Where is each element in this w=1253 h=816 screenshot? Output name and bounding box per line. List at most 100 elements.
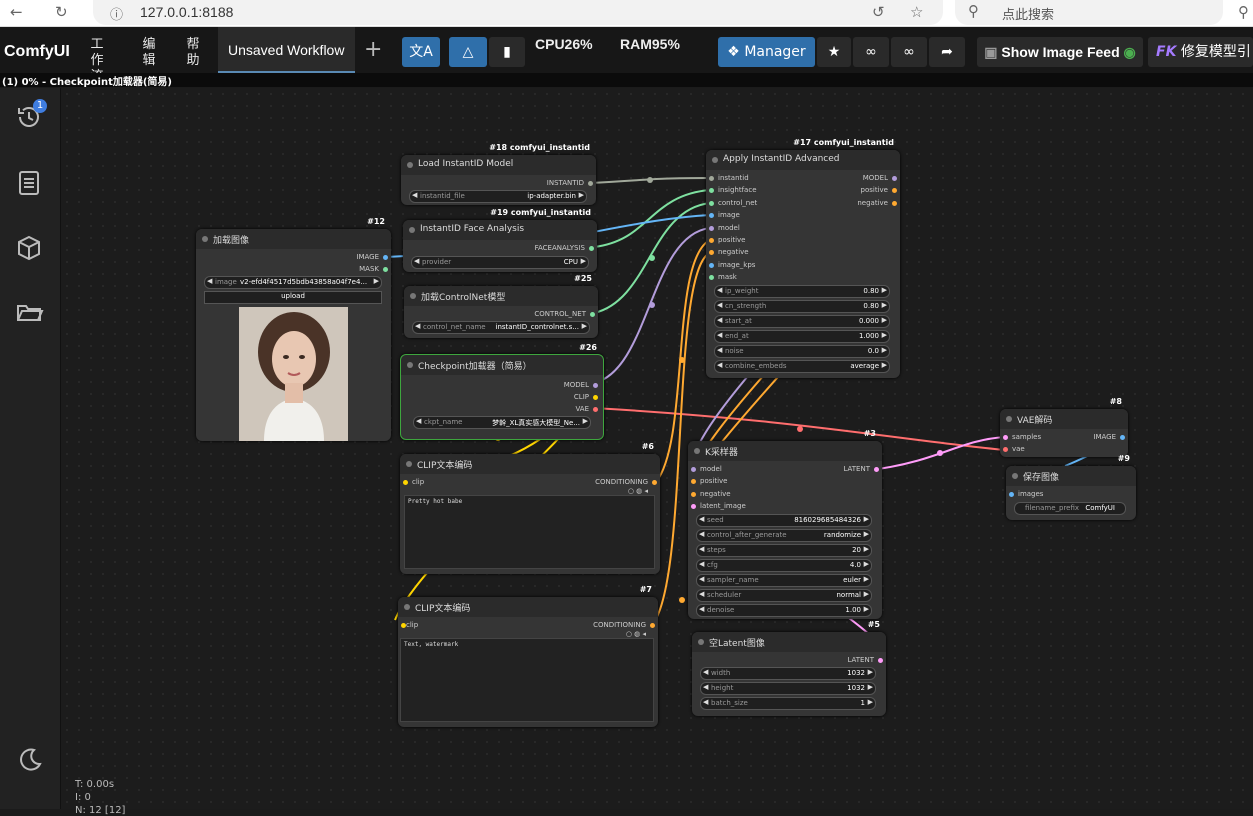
output-pin[interactable] [892,188,897,194]
bookmark-button[interactable]: ▮ [489,37,525,67]
arrow-right-icon[interactable]: ▶ [864,530,869,538]
widget-seed[interactable]: ◀ seed 816029685484326 ▶ [696,514,872,527]
arrow-right-icon[interactable]: ▶ [868,683,873,691]
output-pin[interactable] [650,623,655,628]
input-pin[interactable] [709,188,714,194]
output-pin[interactable] [383,255,388,260]
node-clip-text-negative[interactable]: CLIP文本编码 #7 clip CONDITIONING ○ ◍ ◂ Text… [398,585,658,727]
arrow-left-icon[interactable]: ◀ [699,545,704,553]
provider-select[interactable]: ◀ provider CPU ▶ [411,256,589,269]
widget-start-at[interactable]: ◀ start_at 0.000 ▶ [714,315,890,328]
node-empty-latent[interactable]: 空Latent图像 #5 LATENT ◀ width 1032 ▶ ◀ height 10… [692,620,886,716]
node-checkpoint-loader[interactable]: Checkpoint加载器（简易） #26 MODEL CLIP VAE ◀ ck… [400,343,604,440]
star-button[interactable]: ★ [817,37,851,67]
arrow-right-icon[interactable]: ▶ [582,322,587,330]
widget-sampler-name[interactable]: ◀ sampler_name euler ▶ [696,574,872,587]
arrow-right-icon[interactable]: ▶ [882,346,887,354]
node-clip-text-positive[interactable]: CLIP文本编码 #6 clip CONDITIONING ○ ◍ ◂ Pret… [400,442,660,574]
widget-denoise[interactable]: ◀ denoise 1.00 ▶ [696,604,872,617]
bookmark-star-icon[interactable]: ☆ [910,3,923,21]
output-pin[interactable] [892,176,897,181]
arrow-left-icon[interactable]: ◀ [717,346,722,354]
search-submit-icon[interactable]: ⚲ [1238,3,1249,21]
widget-scheduler[interactable]: ◀ scheduler normal ▶ [696,589,872,602]
node-load-instantid[interactable]: Load InstantID Model #18 comfyui_instant… [401,143,596,205]
arrow-right-icon[interactable]: ▶ [864,590,869,598]
node-ksampler[interactable]: K采样器 #3 model positive negative latent_imag… [688,429,882,619]
widget-cfg[interactable]: ◀ cfg 4.0 ▶ [696,559,872,572]
arrow-right-icon[interactable]: ▶ [882,286,887,294]
input-pin[interactable] [403,480,408,485]
manager-button[interactable]: ❖ Manager [718,37,815,67]
arrow-left-icon[interactable]: ◀ [699,560,704,568]
queue-icon[interactable] [14,168,44,198]
collapse-dot[interactable] [698,639,704,645]
input-pin[interactable] [1003,447,1008,452]
widget-control-after-generate[interactable]: ◀ control_after_generate randomize ▶ [696,529,872,542]
instantid-file-select[interactable]: ◀ instantid_file ip-adapter.bin ▶ [409,190,587,203]
arrow-left-icon[interactable]: ◀ [699,515,704,523]
arrow-left-icon[interactable]: ◀ [717,361,722,369]
output-pin[interactable] [652,480,657,485]
arrow-left-icon[interactable]: ◀ [717,286,722,294]
output-pin[interactable] [590,312,595,317]
arrow-right-icon[interactable]: ▶ [864,545,869,553]
crystools-button[interactable]: △ [449,37,487,67]
collapse-dot[interactable] [1006,416,1012,422]
input-pin[interactable] [691,467,696,472]
reload-icon[interactable]: ↻ [55,3,68,21]
collapse-dot[interactable] [409,227,415,233]
widget-noise[interactable]: ◀ noise 0.0 ▶ [714,345,890,358]
output-pin[interactable] [589,246,594,251]
workflows-folder-icon[interactable] [14,297,44,327]
input-pin[interactable] [709,225,714,231]
output-pin[interactable] [1120,435,1125,440]
widget-end-at[interactable]: ◀ end_at 1.000 ▶ [714,330,890,343]
input-pin[interactable] [709,176,714,181]
arrow-left-icon[interactable]: ◀ [717,331,722,339]
arrow-right-icon[interactable]: ▶ [882,316,887,324]
filename-prefix-field[interactable]: filename_prefix ComfyUI [1014,502,1126,515]
arrow-right-icon[interactable]: ▶ [864,515,869,523]
collapse-dot[interactable] [1012,473,1018,479]
input-pin[interactable] [1009,492,1014,497]
output-pin[interactable] [874,467,879,472]
ckpt-name-select[interactable]: ◀ ckpt_name 梦幹_XL真实感大模型_Ne... ▶ [413,416,591,429]
arrow-right-icon[interactable]: ▶ [868,668,873,676]
input-pin[interactable] [691,504,696,510]
input-pin[interactable] [709,238,714,243]
arrow-left-icon[interactable]: ◀ [207,277,212,285]
arrow-left-icon[interactable]: ◀ [703,683,708,691]
widget-ip-weight[interactable]: ◀ ip_weight 0.80 ▶ [714,285,890,298]
upload-button[interactable]: upload [204,291,382,304]
node-vae-decode[interactable]: VAE解码 #8 samples vae IMAGE [1000,397,1128,457]
share-b-button[interactable]: ∞ [891,37,927,67]
translate-button[interactable]: 文A [402,37,440,67]
arrow-right-icon[interactable]: ▶ [882,361,887,369]
widget-combine-embeds[interactable]: ◀ combine_embeds average ▶ [714,360,890,373]
output-pin[interactable] [892,200,897,206]
prompt-textarea[interactable]: Text, watermark [400,638,654,722]
input-pin[interactable] [709,262,714,268]
output-pin[interactable] [593,383,598,388]
arrow-left-icon[interactable]: ◀ [412,191,417,199]
model-library-icon[interactable] [14,233,44,263]
widget-width[interactable]: ◀ width 1032 ▶ [700,667,876,680]
node-options-icon[interactable]: ○ ◍ ◂ [628,487,648,495]
prompt-textarea[interactable]: Pretty hot babe [404,495,655,569]
arrow-right-icon[interactable]: ▶ [864,575,869,583]
collapse-dot[interactable] [202,236,208,242]
share-a-button[interactable]: ∞ [853,37,889,67]
output-pin[interactable] [588,181,593,186]
collapse-dot[interactable] [410,293,416,299]
output-pin[interactable] [383,267,388,272]
arrow-left-icon[interactable]: ◀ [416,417,421,425]
theme-moon-icon[interactable] [14,744,44,774]
menu-edit[interactable]: 编辑 [140,37,158,69]
search-box[interactable] [955,0,1223,25]
new-tab-icon[interactable]: + [364,37,382,62]
widget-steps[interactable]: ◀ steps 20 ▶ [696,544,872,557]
collapse-dot[interactable] [712,157,718,163]
input-pin[interactable] [709,275,714,281]
widget-cn-strength[interactable]: ◀ cn_strength 0.80 ▶ [714,300,890,313]
